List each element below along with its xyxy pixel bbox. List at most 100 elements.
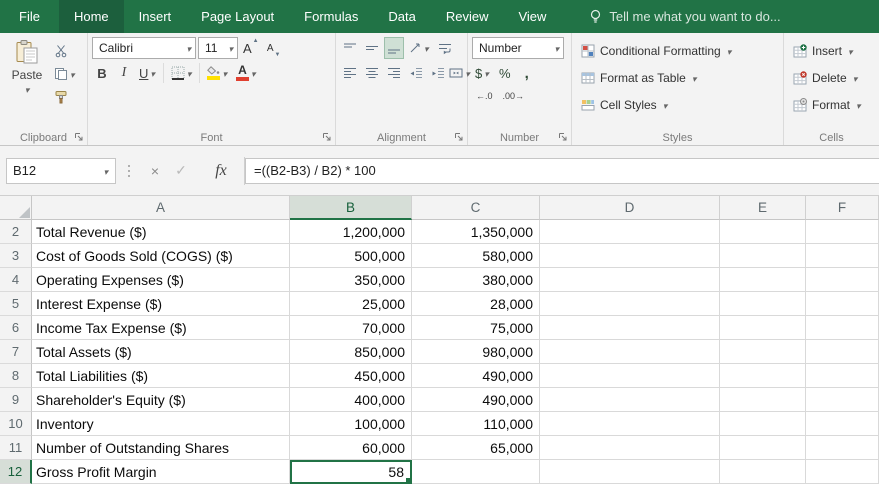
cell-F8[interactable] <box>806 364 879 388</box>
merge-center-button[interactable] <box>450 62 470 84</box>
cell-A10[interactable]: Inventory <box>32 412 290 436</box>
decrease-indent-button[interactable] <box>406 62 426 84</box>
cell-E7[interactable] <box>720 340 806 364</box>
cell-F7[interactable] <box>806 340 879 364</box>
row-header-2[interactable]: 2 <box>0 220 32 244</box>
cell-A2[interactable]: Total Revenue ($) <box>32 220 290 244</box>
cell-A11[interactable]: Number of Outstanding Shares <box>32 436 290 460</box>
underline-button[interactable]: U <box>136 62 159 84</box>
row-header-11[interactable]: 11 <box>0 436 32 460</box>
bold-button[interactable]: B <box>92 62 112 84</box>
format-painter-button[interactable] <box>52 86 78 107</box>
number-format-select[interactable]: Number <box>472 37 564 59</box>
borders-button[interactable] <box>168 62 196 84</box>
font-color-button[interactable]: A <box>233 62 260 84</box>
cell-D4[interactable] <box>540 268 720 292</box>
cell-C7[interactable]: 980,000 <box>412 340 540 364</box>
font-dialog-launcher[interactable] <box>321 131 332 142</box>
cell-B2[interactable]: 1,200,000 <box>290 220 412 244</box>
number-dialog-launcher[interactable] <box>557 131 568 142</box>
cell-E2[interactable] <box>720 220 806 244</box>
cell-C5[interactable]: 28,000 <box>412 292 540 316</box>
orientation-button[interactable] <box>406 37 433 59</box>
font-name-select[interactable]: Calibri <box>92 37 196 59</box>
insert-cells-button[interactable]: Insert <box>788 37 875 64</box>
cell-B12-selected[interactable]: 58 <box>290 460 412 484</box>
tab-insert[interactable]: Insert <box>124 0 187 33</box>
cell-B8[interactable]: 450,000 <box>290 364 412 388</box>
italic-button[interactable]: I <box>114 62 134 84</box>
cell-C9[interactable]: 490,000 <box>412 388 540 412</box>
column-header-E[interactable]: E <box>720 196 806 220</box>
cell-D2[interactable] <box>540 220 720 244</box>
cell-E8[interactable] <box>720 364 806 388</box>
cell-C10[interactable]: 110,000 <box>412 412 540 436</box>
align-right-button[interactable] <box>384 62 404 84</box>
cell-B3[interactable]: 500,000 <box>290 244 412 268</box>
cell-C8[interactable]: 490,000 <box>412 364 540 388</box>
cell-A5[interactable]: Interest Expense ($) <box>32 292 290 316</box>
cell-D5[interactable] <box>540 292 720 316</box>
row-header-12[interactable]: 12 <box>0 460 32 484</box>
column-header-C[interactable]: C <box>412 196 540 220</box>
enter-button[interactable]: ✓ <box>168 158 194 184</box>
delete-cells-button[interactable]: Delete <box>788 64 875 91</box>
accounting-format-button[interactable]: $ <box>472 62 493 84</box>
column-header-F[interactable]: F <box>806 196 879 220</box>
paste-button[interactable]: Paste <box>4 37 50 107</box>
increase-indent-button[interactable] <box>428 62 448 84</box>
comma-style-button[interactable]: , <box>517 62 537 84</box>
cell-D11[interactable] <box>540 436 720 460</box>
select-all-button[interactable] <box>0 196 32 220</box>
formula-input[interactable]: =((B2-B3) / B2) * 100 <box>245 158 879 184</box>
cell-A3[interactable]: Cost of Goods Sold (COGS) ($) <box>32 244 290 268</box>
cell-F4[interactable] <box>806 268 879 292</box>
cell-B4[interactable]: 350,000 <box>290 268 412 292</box>
tab-page-layout[interactable]: Page Layout <box>186 0 289 33</box>
tab-formulas[interactable]: Formulas <box>289 0 373 33</box>
cell-D3[interactable] <box>540 244 720 268</box>
increase-decimal-button[interactable]: ←.0 <box>472 87 497 105</box>
row-header-9[interactable]: 9 <box>0 388 32 412</box>
column-header-A[interactable]: A <box>32 196 290 220</box>
cell-F2[interactable] <box>806 220 879 244</box>
row-header-7[interactable]: 7 <box>0 340 32 364</box>
name-box[interactable]: B12 <box>6 158 116 184</box>
cell-C4[interactable]: 380,000 <box>412 268 540 292</box>
row-header-5[interactable]: 5 <box>0 292 32 316</box>
cell-B5[interactable]: 25,000 <box>290 292 412 316</box>
format-as-table-button[interactable]: Format as Table <box>576 64 779 91</box>
tab-view[interactable]: View <box>503 0 561 33</box>
alignment-dialog-launcher[interactable] <box>453 131 464 142</box>
conditional-formatting-button[interactable]: Conditional Formatting <box>576 37 779 64</box>
cell-A7[interactable]: Total Assets ($) <box>32 340 290 364</box>
cell-A6[interactable]: Income Tax Expense ($) <box>32 316 290 340</box>
cell-B11[interactable]: 60,000 <box>290 436 412 460</box>
tab-data[interactable]: Data <box>373 0 430 33</box>
align-center-button[interactable] <box>362 62 382 84</box>
cell-F11[interactable] <box>806 436 879 460</box>
formula-bar-resize-handle-icon[interactable] <box>128 170 130 172</box>
cell-A12[interactable]: Gross Profit Margin <box>32 460 290 484</box>
cell-styles-button[interactable]: Cell Styles <box>576 91 779 118</box>
cell-E3[interactable] <box>720 244 806 268</box>
cell-E4[interactable] <box>720 268 806 292</box>
cell-D8[interactable] <box>540 364 720 388</box>
cell-A9[interactable]: Shareholder's Equity ($) <box>32 388 290 412</box>
cell-E12[interactable] <box>720 460 806 484</box>
cell-E9[interactable] <box>720 388 806 412</box>
cell-D9[interactable] <box>540 388 720 412</box>
copy-button[interactable] <box>52 63 78 84</box>
cell-C11[interactable]: 65,000 <box>412 436 540 460</box>
insert-function-button[interactable]: fx <box>208 158 234 184</box>
cell-E5[interactable] <box>720 292 806 316</box>
percent-style-button[interactable]: % <box>495 62 515 84</box>
cell-D7[interactable] <box>540 340 720 364</box>
cell-C2[interactable]: 1,350,000 <box>412 220 540 244</box>
cell-A8[interactable]: Total Liabilities ($) <box>32 364 290 388</box>
increase-font-size-button[interactable]: A▲ <box>240 37 262 59</box>
cell-F6[interactable] <box>806 316 879 340</box>
clipboard-dialog-launcher[interactable] <box>73 131 84 142</box>
row-header-3[interactable]: 3 <box>0 244 32 268</box>
tab-review[interactable]: Review <box>431 0 504 33</box>
